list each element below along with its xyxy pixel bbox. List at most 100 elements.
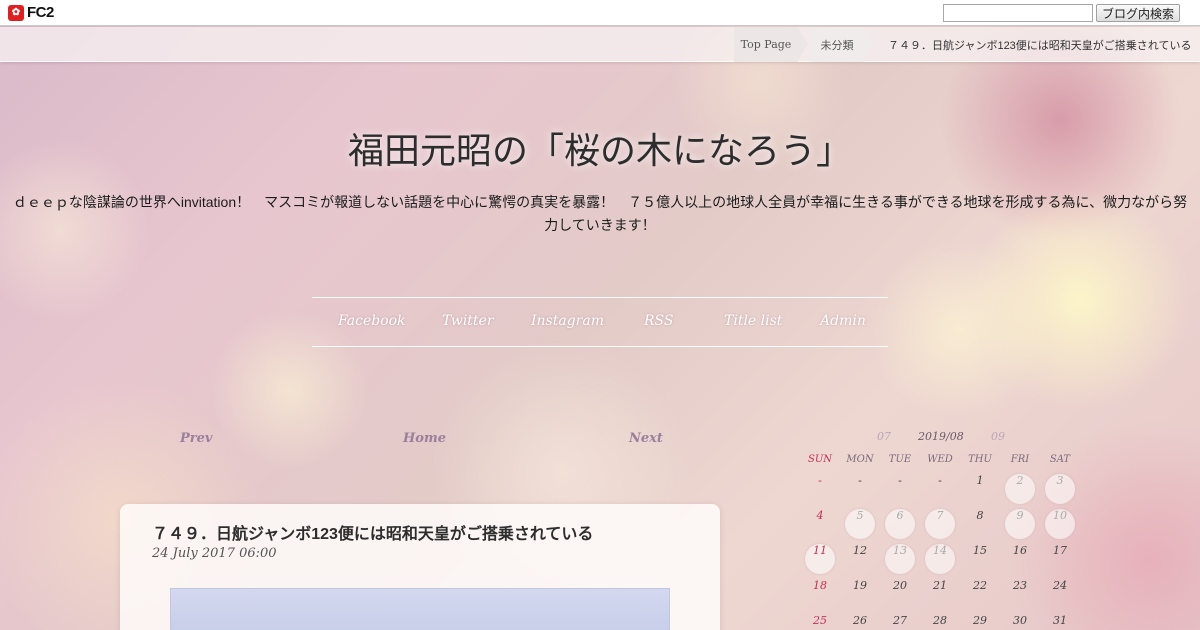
article-title[interactable]: ７４９．日航ジャンボ123便には昭和天皇がご搭乗されている (152, 520, 593, 544)
calendar-day: 8 (960, 509, 1000, 539)
calendar-day-label: 12 (853, 544, 867, 557)
calendar-weekday-mon: MON (846, 454, 874, 465)
calendar-day-label: 18 (813, 579, 827, 592)
calendar-day: 29 (960, 614, 1000, 630)
calendar-day-label: 5 (856, 509, 864, 522)
breadcrumb-top-page[interactable]: Top Page (734, 27, 798, 62)
calendar-day: 31 (1040, 614, 1080, 630)
calendar-day-label: 31 (1053, 614, 1067, 627)
calendar-day-label: 4 (816, 509, 824, 522)
calendar-day-label: 17 (1053, 544, 1067, 557)
pager-prev[interactable]: Prev (180, 431, 212, 446)
calendar-day-label: 8 (976, 509, 984, 522)
blog-search-input[interactable] (943, 4, 1093, 22)
calendar-weekday-wed: WED (927, 454, 953, 465)
calendar-weekday-sun: SUN (807, 454, 833, 465)
calendar-day-label: 16 (1013, 544, 1027, 557)
calendar-day-label: 28 (933, 614, 947, 627)
calendar-day-label: 23 (1013, 579, 1027, 592)
blog-description-line: 力していきます！ (544, 217, 656, 233)
calendar-day[interactable]: 7 (920, 509, 960, 539)
calendar-day: 26 (840, 614, 880, 630)
calendar-day[interactable]: 10 (1040, 509, 1080, 539)
calendar-day-label: 29 (973, 614, 987, 627)
article-image[interactable] (170, 588, 670, 630)
calendar-day-label: 24 (1053, 579, 1067, 592)
calendar-current-month: 2019/08 (918, 430, 964, 443)
blog-description: ｄｅｅｐな陰謀論の世界へinvitation！ マスコミが報道しない話題を中心に… (10, 191, 1190, 237)
calendar-day[interactable]: 9 (1000, 509, 1040, 539)
nav-admin[interactable]: Admin (820, 313, 866, 329)
calendar-prev-month[interactable]: 07 (877, 430, 891, 443)
pager-home[interactable]: Home (403, 431, 446, 446)
calendar-day[interactable]: 2 (1000, 474, 1040, 504)
nav-facebook[interactable]: Facebook (338, 313, 406, 329)
calendar-day: 30 (1000, 614, 1040, 630)
calendar-day[interactable]: 11 (800, 544, 840, 574)
calendar-day-label: 27 (893, 614, 907, 627)
calendar-day-label: - (898, 474, 902, 487)
calendar-day-label: 25 (813, 614, 827, 627)
fc2-logo-icon: ✿ (8, 4, 24, 21)
calendar-day-label: 19 (853, 579, 867, 592)
calendar-day[interactable]: 5 (840, 509, 880, 539)
calendar-day: 25 (800, 614, 840, 630)
calendar-next-month[interactable]: 09 (991, 430, 1005, 443)
calendar-day: - (880, 474, 920, 504)
calendar-weekday-fri: FRI (1010, 454, 1030, 465)
calendar-day: 1 (960, 474, 1000, 504)
nav-instagram[interactable]: Instagram (531, 313, 604, 329)
calendar-day-label: 6 (896, 509, 904, 522)
breadcrumb: Top Page 未分類 ７４９．日航ジャンボ123便には昭和天皇がご搭乗されて… (0, 27, 1200, 62)
fc2-logo-text: FC2 (27, 4, 54, 21)
calendar-day-label: 30 (1013, 614, 1027, 627)
calendar-day-label: 11 (813, 544, 827, 557)
calendar-day-label: 3 (1056, 474, 1064, 487)
article-date: 24 July 2017 06:00 (152, 546, 277, 561)
pager-next[interactable]: Next (629, 431, 663, 446)
calendar-weekday-tue: TUE (888, 454, 912, 465)
calendar-day: 16 (1000, 544, 1040, 574)
calendar-day-label: 21 (933, 579, 947, 592)
calendar-day-label: 15 (973, 544, 987, 557)
calendar-day: - (920, 474, 960, 504)
calendar-day: 20 (880, 579, 920, 609)
calendar-day-label: - (818, 474, 822, 487)
fc2-logo[interactable]: ✿ FC2 (8, 4, 54, 21)
breadcrumb-separator (864, 27, 874, 61)
calendar-day[interactable]: 6 (880, 509, 920, 539)
breadcrumb-current: ７４９．日航ジャンボ123便には昭和天皇がご搭乗されている (888, 39, 1192, 52)
calendar-weekday-sat: SAT (1049, 454, 1071, 465)
calendar-day-label: 10 (1053, 509, 1067, 522)
calendar-day: 12 (840, 544, 880, 574)
breadcrumb-separator (798, 27, 808, 61)
article-card: ７４９．日航ジャンボ123便には昭和天皇がご搭乗されている 24 July 20… (120, 504, 720, 630)
calendar-day: 27 (880, 614, 920, 630)
calendar-day: 28 (920, 614, 960, 630)
calendar-day: 17 (1040, 544, 1080, 574)
global-nav: Facebook Twitter Instagram RSS Title lis… (312, 297, 888, 347)
calendar-day-label: 14 (933, 544, 947, 557)
calendar-day[interactable]: 13 (880, 544, 920, 574)
calendar-day: 18 (800, 579, 840, 609)
blog-title[interactable]: 福田元昭の「桜の木になろう」 (0, 122, 1200, 174)
calendar-day[interactable]: 14 (920, 544, 960, 574)
calendar-day: - (840, 474, 880, 504)
fc2-header-bar: ✿ FC2 ブログ内検索 (0, 0, 1200, 26)
breadcrumb-category[interactable]: 未分類 (810, 27, 864, 62)
calendar-day: 15 (960, 544, 1000, 574)
blog-description-line: ｄｅｅｐな陰謀論の世界へinvitation！ マスコミが報道しない話題を中心に… (12, 194, 1188, 210)
calendar-day-label: 9 (1016, 509, 1024, 522)
nav-twitter[interactable]: Twitter (442, 313, 494, 329)
calendar-day-label: 13 (893, 544, 907, 557)
calendar-day: 19 (840, 579, 880, 609)
calendar-day[interactable]: 3 (1040, 474, 1080, 504)
calendar-day: 24 (1040, 579, 1080, 609)
calendar-day: - (800, 474, 840, 504)
nav-rss[interactable]: RSS (644, 313, 673, 329)
blog-search-button[interactable]: ブログ内検索 (1096, 4, 1180, 22)
calendar-day-label: - (938, 474, 942, 487)
calendar-day-label: 22 (973, 579, 987, 592)
calendar-day-label: 7 (936, 509, 944, 522)
nav-title-list[interactable]: Title list (724, 313, 782, 329)
